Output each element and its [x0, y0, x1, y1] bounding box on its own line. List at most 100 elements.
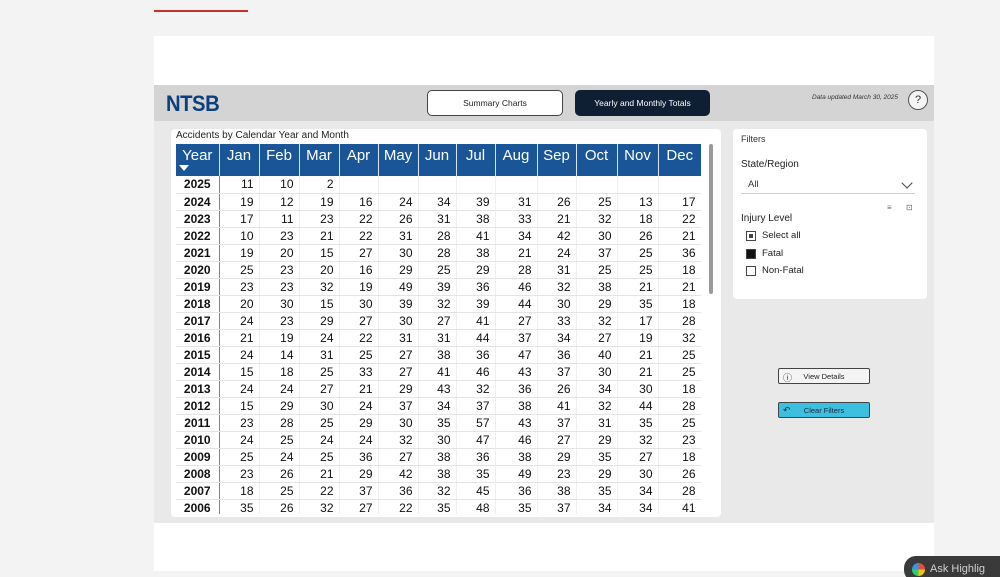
month-count-cell: 23 [219, 278, 260, 296]
month-count-cell: 32 [378, 431, 419, 449]
month-count-cell: 47 [495, 346, 538, 364]
month-count-cell: 46 [495, 278, 538, 296]
month-count-cell: 34 [418, 397, 457, 415]
column-header-month[interactable]: Apr [339, 144, 379, 176]
month-count-cell: 46 [495, 431, 538, 449]
month-count-cell [456, 176, 496, 194]
column-header-month[interactable]: Dec [658, 144, 701, 176]
month-count-cell [378, 176, 419, 194]
injury-option-non-fatal[interactable]: Non-Fatal [746, 265, 804, 276]
help-icon[interactable]: ? [908, 90, 928, 110]
month-count-cell: 25 [658, 346, 701, 364]
column-header-month[interactable]: Aug [495, 144, 538, 176]
more-options-icon[interactable]: ⊡ [906, 203, 913, 212]
year-cell: 2021 [176, 244, 220, 262]
table-scrollbar-thumb[interactable] [709, 144, 713, 294]
year-cell: 2023 [176, 210, 220, 228]
month-count-cell: 25 [658, 414, 701, 432]
month-count-cell: 15 [299, 244, 340, 262]
injury-option-fatal[interactable]: Fatal [746, 248, 783, 259]
table-row: 2025 11 10 2 [176, 176, 701, 194]
assistant-logo-icon [912, 563, 925, 576]
table-row: 2012 15 29 30 24 37 34 37 38 41 32 44 28 [176, 397, 701, 415]
table-title: Accidents by Calendar Year and Month [176, 130, 349, 141]
year-cell: 2006 [176, 499, 220, 514]
clear-filters-label: Clear Filters [803, 405, 845, 415]
month-count-cell: 38 [456, 244, 496, 262]
month-count-cell: 40 [576, 346, 618, 364]
month-count-cell: 35 [219, 499, 260, 514]
month-count-cell: 27 [378, 346, 419, 364]
year-cell: 2011 [176, 414, 220, 432]
month-count-cell: 41 [456, 227, 496, 245]
summary-charts-button[interactable]: Summary Charts [427, 90, 563, 116]
month-count-cell: 38 [418, 465, 457, 483]
table-row: 2014 15 18 25 33 27 41 46 43 37 30 21 25 [176, 363, 701, 381]
month-count-cell: 21 [617, 363, 659, 381]
state-region-value: All [748, 179, 759, 190]
month-count-cell: 28 [418, 244, 457, 262]
month-count-cell: 18 [658, 261, 701, 279]
month-count-cell: 19 [259, 329, 300, 347]
clear-filters-button[interactable]: ↶ Clear Filters [778, 402, 870, 418]
month-count-cell: 24 [259, 448, 300, 466]
month-count-cell: 23 [537, 465, 577, 483]
month-count-cell: 21 [658, 227, 701, 245]
month-count-cell: 30 [378, 414, 419, 432]
month-count-cell: 24 [219, 346, 260, 364]
view-details-button[interactable]: ⓘ View Details [778, 368, 870, 384]
month-count-cell: 26 [537, 380, 577, 398]
column-header-month[interactable]: Jun [418, 144, 457, 176]
month-count-cell: 17 [658, 193, 701, 211]
column-header-month[interactable]: May [378, 144, 419, 176]
month-count-cell: 49 [495, 465, 538, 483]
month-count-cell: 35 [576, 482, 618, 500]
column-header-year[interactable]: Year [176, 144, 220, 176]
column-header-month[interactable]: Feb [259, 144, 300, 176]
table-row: 2023 17 11 23 22 26 31 38 33 21 32 18 22 [176, 210, 701, 228]
month-count-cell: 21 [339, 380, 379, 398]
month-count-cell: 25 [219, 448, 260, 466]
month-count-cell: 38 [537, 482, 577, 500]
month-count-cell: 44 [617, 397, 659, 415]
month-count-cell: 17 [219, 210, 260, 228]
column-header-month[interactable]: Oct [576, 144, 618, 176]
ask-assistant-button[interactable]: Ask Highlig [904, 556, 1000, 577]
month-count-cell: 29 [576, 295, 618, 313]
filters-title: Filters [741, 134, 766, 144]
month-count-cell: 37 [495, 329, 538, 347]
month-count-cell: 43 [495, 363, 538, 381]
state-region-dropdown[interactable]: All [741, 176, 915, 194]
month-count-cell: 25 [299, 448, 340, 466]
column-header-month[interactable]: Jul [456, 144, 496, 176]
month-count-cell: 22 [339, 210, 379, 228]
table-row: 2018 20 30 15 30 39 32 39 44 30 29 35 18 [176, 295, 701, 313]
month-count-cell: 33 [495, 210, 538, 228]
month-count-cell: 36 [456, 346, 496, 364]
month-count-cell: 30 [418, 431, 457, 449]
column-header-month[interactable]: Jan [219, 144, 260, 176]
month-count-cell: 37 [339, 482, 379, 500]
view-details-label: View Details [803, 371, 845, 381]
injury-option-select-all[interactable]: Select all [746, 230, 801, 241]
clear-selection-icon[interactable]: ≡ [887, 203, 892, 212]
month-count-cell: 30 [576, 227, 618, 245]
month-count-cell: 38 [495, 397, 538, 415]
month-count-cell: 32 [456, 380, 496, 398]
table-header-row: Year Jan Feb Mar Apr May Jun Jul Aug Sep Oct Nov Dec [176, 144, 701, 176]
month-count-cell: 22 [378, 499, 419, 514]
month-count-cell: 36 [456, 448, 496, 466]
month-count-cell: 35 [495, 499, 538, 514]
table-scrollbar[interactable] [709, 144, 714, 514]
month-count-cell: 44 [495, 295, 538, 313]
month-count-cell: 31 [418, 210, 457, 228]
month-count-cell: 26 [378, 210, 419, 228]
column-header-month[interactable]: Sep [537, 144, 577, 176]
month-count-cell: 24 [537, 244, 577, 262]
column-header-month[interactable]: Nov [617, 144, 659, 176]
checkbox-checked-icon [746, 248, 756, 259]
yearly-monthly-totals-button[interactable]: Yearly and Monthly Totals [575, 90, 710, 116]
table-scroll-area[interactable]: Year Jan Feb Mar Apr May Jun Jul Aug Sep Oct Nov Dec… [176, 144, 701, 514]
month-count-cell: 31 [576, 414, 618, 432]
column-header-month[interactable]: Mar [299, 144, 340, 176]
